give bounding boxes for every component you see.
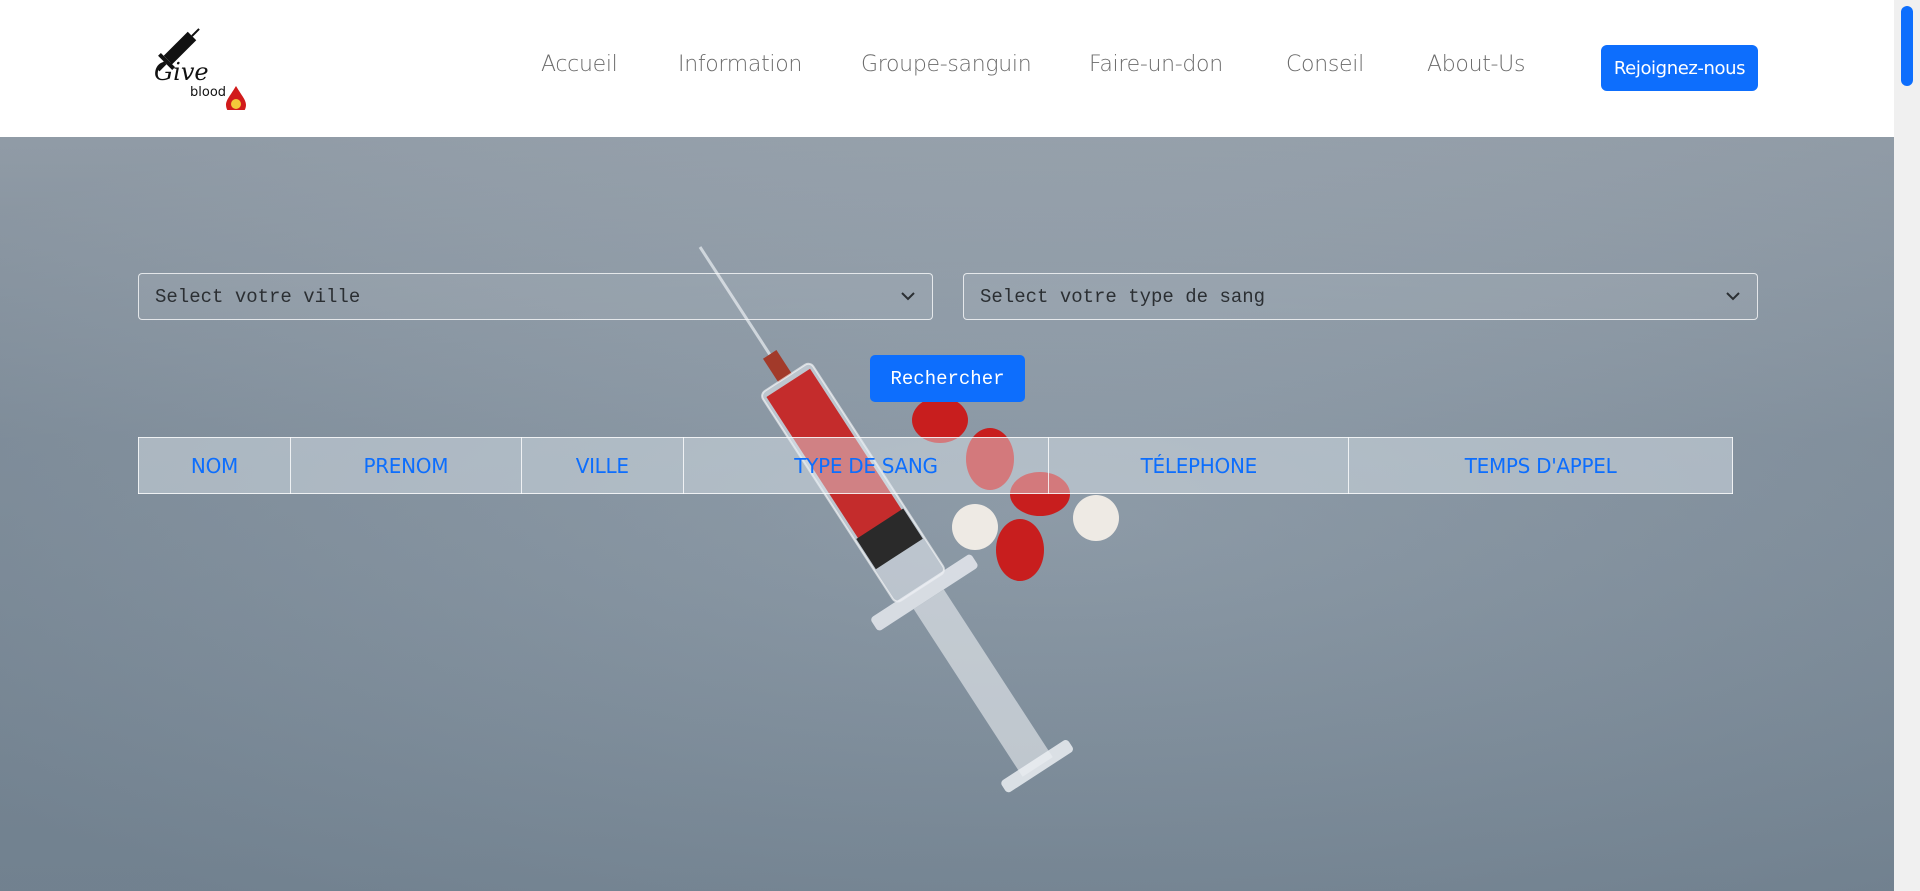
- blood-type-select[interactable]: Select votre type de sang: [963, 273, 1758, 320]
- page-scrollbar[interactable]: [1894, 0, 1920, 891]
- column-header-telephone: TÉLEPHONE: [1048, 437, 1350, 494]
- table-header-row: NOM PRENOM VILLE TYPE DE SANG TÉLEPHONE …: [138, 437, 1733, 494]
- column-header-ville: VILLE: [520, 437, 684, 494]
- syringe-pills-image: [698, 246, 1119, 793]
- nav-item-about-us[interactable]: About-Us: [1427, 52, 1525, 77]
- column-header-type-de-sang: TYPE DE SANG: [682, 437, 1050, 494]
- city-select-value: Select votre ville: [155, 285, 361, 308]
- nav-item-faire-un-don[interactable]: Faire-un-don: [1089, 52, 1223, 77]
- nav-item-groupe-sanguin[interactable]: Groupe-sanguin: [861, 52, 1032, 77]
- join-button[interactable]: Rejoignez-nous: [1601, 45, 1758, 91]
- nav-item-accueil[interactable]: Accueil: [541, 52, 618, 77]
- chevron-down-icon: [1726, 292, 1740, 301]
- blood-type-select-value: Select votre type de sang: [980, 285, 1266, 308]
- nav-item-information[interactable]: Information: [678, 52, 802, 77]
- donor-results-table: NOM PRENOM VILLE TYPE DE SANG TÉLEPHONE …: [138, 437, 1733, 494]
- column-header-nom: NOM: [138, 437, 291, 494]
- search-button[interactable]: Rechercher: [870, 355, 1025, 402]
- site-header: Give blood Accueil Information Groupe-sa…: [0, 0, 1894, 137]
- hero-background: [0, 137, 1894, 891]
- city-select[interactable]: Select votre ville: [138, 273, 933, 320]
- page: Give blood Accueil Information Groupe-sa…: [0, 0, 1894, 891]
- chevron-down-icon: [901, 292, 915, 301]
- nav-item-conseil[interactable]: Conseil: [1286, 52, 1364, 77]
- column-header-prenom: PRENOM: [289, 437, 522, 494]
- scrollbar-thumb[interactable]: [1901, 6, 1913, 86]
- column-header-temps-d-appel: TEMPS D'APPEL: [1348, 437, 1733, 494]
